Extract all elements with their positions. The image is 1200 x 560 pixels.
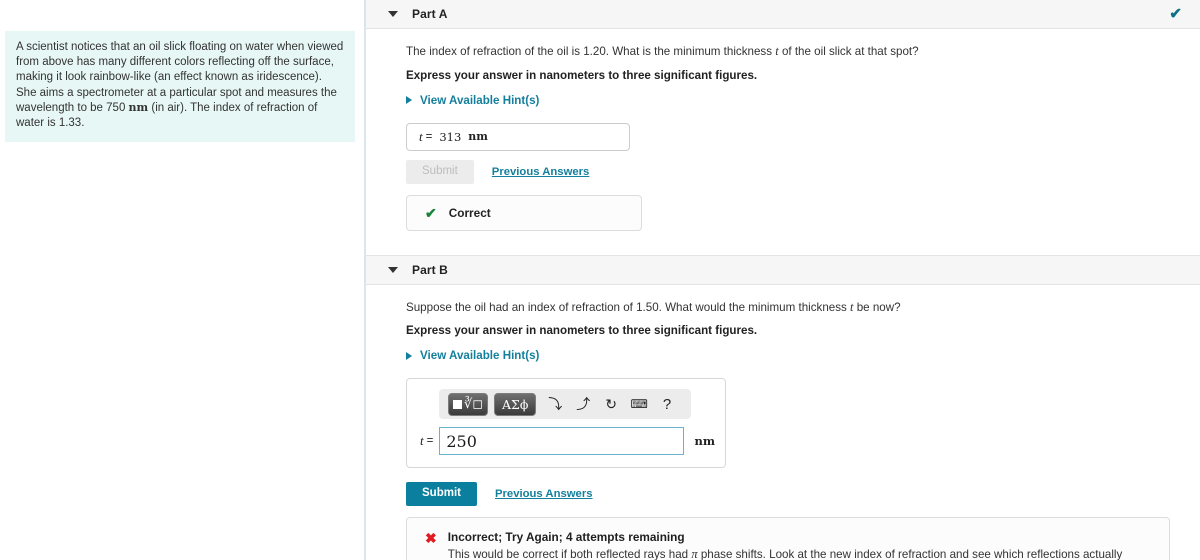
part-a-hint-row[interactable]: View Available Hint(s)	[406, 94, 1200, 107]
part-b-instruction: Express your answer in nanometers to thr…	[406, 324, 758, 338]
problem-statement-pane: A scientist notices that an oil slick fl…	[0, 0, 366, 560]
parts-pane: Part A ✔ The index of refraction of the …	[366, 0, 1200, 560]
radical-icon: ∛◻	[463, 396, 483, 412]
part-b-hint-row[interactable]: View Available Hint(s)	[406, 349, 1200, 362]
part-b-answer-widget: ∛◻ ΑΣϕ ⤵ ⤴ ↻ ⌨ ? t = 250 nm	[406, 378, 726, 469]
part-b-feedback-incorrect: ✖ Incorrect; Try Again; 4 attempts remai…	[406, 517, 1170, 560]
part-b-button-row: Submit Previous Answers	[406, 482, 1200, 507]
part-b-previous-answers-link[interactable]: Previous Answers	[495, 488, 593, 500]
chevron-down-icon[interactable]	[388, 266, 398, 273]
square-placeholder-icon	[453, 399, 462, 409]
close-icon: ✖	[425, 530, 437, 547]
part-b-question: Suppose the oil had an index of refracti…	[406, 299, 1200, 316]
part-b-title: Part B	[412, 262, 448, 277]
redo-icon[interactable]: ⤴	[570, 393, 596, 416]
part-a-instruction: Express your answer in nanometers to thr…	[406, 68, 758, 82]
part-b-answer-equals: =	[426, 435, 434, 448]
reset-icon[interactable]: ↻	[598, 393, 624, 416]
part-a-answer-value: 313	[439, 129, 462, 144]
part-b-hint-link[interactable]: View Available Hint(s)	[420, 349, 539, 362]
part-a-question-post: of the oil slick at that spot?	[778, 45, 919, 58]
problem-statement-box: A scientist notices that an oil slick fl…	[5, 31, 355, 143]
part-a-complete-check-icon: ✔	[1169, 5, 1182, 23]
part-a-question: The index of refraction of the oil is 1.…	[406, 43, 1200, 60]
part-b-body: Suppose the oil had an index of refracti…	[366, 285, 1200, 560]
part-a-previous-answers-link[interactable]: Previous Answers	[492, 166, 590, 178]
greek-symbols-button[interactable]: ΑΣϕ	[494, 392, 537, 416]
problem-statement-unit: nm	[128, 100, 149, 114]
part-b-header[interactable]: Part B	[366, 254, 1200, 285]
part-a-feedback-correct: ✔ Correct	[406, 194, 642, 231]
part-a-question-pre: The index of refraction of the oil is 1.…	[406, 45, 776, 58]
assignment-page: A scientist notices that an oil slick fl…	[0, 0, 1200, 560]
part-b-submit-button[interactable]: Submit	[406, 482, 477, 507]
math-toolbar: ∛◻ ΑΣϕ ⤵ ⤴ ↻ ⌨ ?	[439, 389, 691, 420]
part-b-feedback-body-pre: This would be correct if both reflected …	[447, 548, 692, 560]
part-b-feedback-title: Incorrect; Try Again; 4 attempts remaini…	[447, 530, 685, 545]
part-b-feedback-body: This would be correct if both reflected …	[448, 546, 1153, 560]
part-a-answer-field[interactable]: t = 313 nm	[406, 122, 630, 151]
sqrt-template-button[interactable]: ∛◻	[448, 392, 488, 416]
part-a-answer-unit: nm	[468, 130, 488, 144]
part-a-submit-button[interactable]: Submit	[406, 159, 474, 184]
part-b-answer-unit: nm	[694, 434, 715, 449]
part-a-answer-variable: t	[419, 128, 423, 144]
part-a-hint-link[interactable]: View Available Hint(s)	[420, 94, 539, 107]
part-a-feedback-text: Correct	[448, 205, 491, 220]
part-b-question-pre: Suppose the oil had an index of refracti…	[406, 300, 851, 314]
part-a-answer-equals: =	[425, 130, 433, 143]
part-b-answer-input[interactable]: 250	[439, 427, 685, 456]
part-b-question-post: be now?	[853, 300, 901, 314]
check-icon: ✔	[425, 204, 437, 221]
part-b-answer-variable: t	[420, 433, 424, 449]
part-a-header[interactable]: Part A ✔	[366, 0, 1200, 29]
part-b-feedback-content: Incorrect; Try Again; 4 attempts remaini…	[448, 530, 1153, 560]
part-b-input-row: t = 250 nm	[417, 427, 715, 456]
chevron-right-icon[interactable]	[406, 351, 412, 360]
undo-icon[interactable]: ⤵	[542, 393, 568, 416]
chevron-down-icon[interactable]	[388, 11, 398, 17]
part-a-title: Part A	[412, 7, 448, 21]
part-a-button-row: Submit Previous Answers	[406, 159, 1200, 184]
part-a-body: The index of refraction of the oil is 1.…	[366, 29, 1200, 231]
help-icon[interactable]: ?	[654, 393, 680, 416]
keyboard-icon[interactable]: ⌨	[626, 393, 652, 416]
chevron-right-icon[interactable]	[406, 96, 412, 105]
